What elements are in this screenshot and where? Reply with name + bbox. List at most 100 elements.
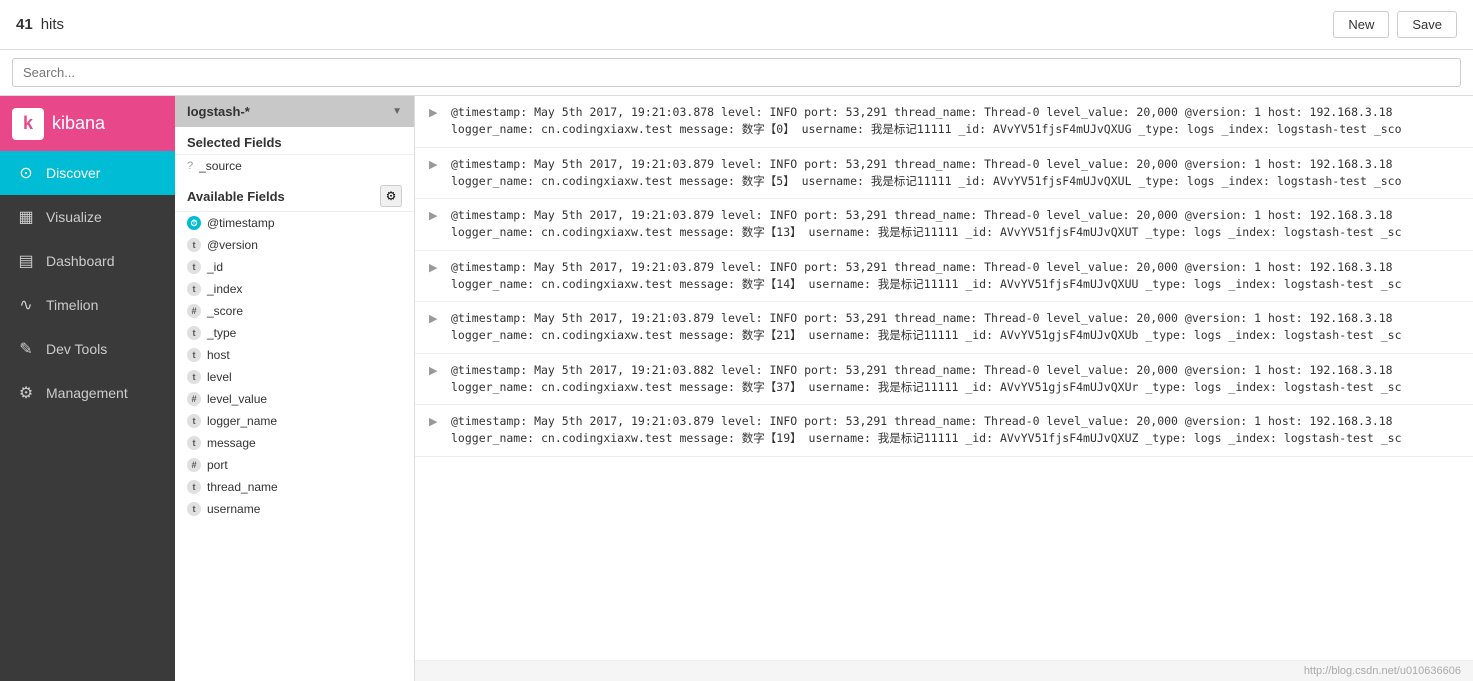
expand-arrow-icon[interactable]: ▶ xyxy=(429,106,437,119)
level-value-type-icon: # xyxy=(187,392,201,406)
field-item-port[interactable]: # port xyxy=(175,454,414,476)
save-button[interactable]: Save xyxy=(1397,11,1457,38)
field-name-level: level xyxy=(207,370,232,384)
field-name-id: _id xyxy=(207,260,223,274)
source-field-label: _source xyxy=(199,159,242,173)
result-row[interactable]: ▶ @timestamp: May 5th 2017, 19:21:03.879… xyxy=(415,302,1473,354)
available-fields-title: Available Fields xyxy=(187,189,285,204)
hits-info: 41 hits xyxy=(16,16,64,33)
field-name-port: port xyxy=(207,458,228,472)
fields-section: Selected Fields ? _source Available Fiel… xyxy=(175,127,414,681)
field-name-logger-name: logger_name xyxy=(207,414,277,428)
expand-arrow-icon[interactable]: ▶ xyxy=(429,312,437,325)
field-item-host[interactable]: t host xyxy=(175,344,414,366)
field-item-timestamp[interactable]: ⏱ @timestamp xyxy=(175,212,414,234)
discover-icon: ⊙ xyxy=(16,163,36,183)
sidebar-label-devtools: Dev Tools xyxy=(46,341,107,357)
host-type-icon: t xyxy=(187,348,201,362)
result-row[interactable]: ▶ @timestamp: May 5th 2017, 19:21:03.878… xyxy=(415,96,1473,148)
sidebar-item-dashboard[interactable]: ▤ Dashboard xyxy=(0,239,175,283)
message-type-icon: t xyxy=(187,436,201,450)
log-line-2: logger_name: cn.codingxiaxw.test message… xyxy=(451,121,1457,138)
field-name-username: username xyxy=(207,502,260,516)
dashboard-icon: ▤ xyxy=(16,251,36,271)
index-selector[interactable]: logstash-* ▼ xyxy=(175,96,414,127)
field-name-timestamp: @timestamp xyxy=(207,216,275,230)
log-line-1: @timestamp: May 5th 2017, 19:21:03.879 l… xyxy=(451,207,1457,224)
result-row[interactable]: ▶ @timestamp: May 5th 2017, 19:21:03.879… xyxy=(415,199,1473,251)
fields-gear-button[interactable]: ⚙ xyxy=(380,185,402,207)
id-type-icon: t xyxy=(187,260,201,274)
type-type-icon: t xyxy=(187,326,201,340)
search-input[interactable] xyxy=(12,58,1461,87)
expand-arrow-icon[interactable]: ▶ xyxy=(429,364,437,377)
kibana-logo-icon: k xyxy=(12,108,44,140)
field-item-score[interactable]: # _score xyxy=(175,300,414,322)
expand-arrow-icon[interactable]: ▶ xyxy=(429,209,437,222)
expand-arrow-icon[interactable]: ▶ xyxy=(429,158,437,171)
field-item-message[interactable]: t message xyxy=(175,432,414,454)
sidebar-item-management[interactable]: ⚙ Management xyxy=(0,371,175,415)
log-line-2: logger_name: cn.codingxiaxw.test message… xyxy=(451,224,1457,241)
log-line-1: @timestamp: May 5th 2017, 19:21:03.882 l… xyxy=(451,362,1457,379)
timelion-icon: ∿ xyxy=(16,295,36,315)
source-type-icon: ? xyxy=(187,160,193,172)
result-row[interactable]: ▶ @timestamp: May 5th 2017, 19:21:03.882… xyxy=(415,354,1473,406)
field-item-type[interactable]: t _type xyxy=(175,322,414,344)
log-line-2: logger_name: cn.codingxiaxw.test message… xyxy=(451,379,1457,396)
sidebar-item-visualize[interactable]: ▦ Visualize xyxy=(0,195,175,239)
watermark: http://blog.csdn.net/u010636606 xyxy=(415,660,1473,681)
management-icon: ⚙ xyxy=(16,383,36,403)
field-name-thread-name: thread_name xyxy=(207,480,278,494)
devtools-icon: ✎ xyxy=(16,339,36,359)
log-line-1: @timestamp: May 5th 2017, 19:21:03.879 l… xyxy=(451,413,1457,430)
expand-arrow-icon[interactable]: ▶ xyxy=(429,415,437,428)
expand-arrow-icon[interactable]: ▶ xyxy=(429,261,437,274)
sidebar-nav: k kibana ⊙ Discover ▦ Visualize ▤ Dashbo… xyxy=(0,96,175,681)
main-layout: k kibana ⊙ Discover ▦ Visualize ▤ Dashbo… xyxy=(0,96,1473,681)
log-line-1: @timestamp: May 5th 2017, 19:21:03.879 l… xyxy=(451,259,1457,276)
sidebar-label-visualize: Visualize xyxy=(46,209,102,225)
sidebar-item-discover[interactable]: ⊙ Discover xyxy=(0,151,175,195)
hits-count: 41 xyxy=(16,16,33,33)
source-field-item[interactable]: ? _source xyxy=(175,155,414,177)
results-container: ▶ @timestamp: May 5th 2017, 19:21:03.878… xyxy=(415,96,1473,457)
available-fields-header: Available Fields ⚙ xyxy=(175,177,414,212)
field-item-version[interactable]: t @version xyxy=(175,234,414,256)
main-content: ▶ @timestamp: May 5th 2017, 19:21:03.878… xyxy=(415,96,1473,681)
result-row[interactable]: ▶ @timestamp: May 5th 2017, 19:21:03.879… xyxy=(415,251,1473,303)
sidebar-label-dashboard: Dashboard xyxy=(46,253,115,269)
field-item-thread-name[interactable]: t thread_name xyxy=(175,476,414,498)
result-row[interactable]: ▶ @timestamp: May 5th 2017, 19:21:03.879… xyxy=(415,148,1473,200)
field-name-host: host xyxy=(207,348,230,362)
sidebar-item-timelion[interactable]: ∿ Timelion xyxy=(0,283,175,327)
sidebar-label-discover: Discover xyxy=(46,165,100,181)
top-bar: 41 hits New Save xyxy=(0,0,1473,50)
index-pattern-label: logstash-* xyxy=(187,104,250,119)
username-type-icon: t xyxy=(187,502,201,516)
left-panel: logstash-* ▼ Selected Fields ? _source A… xyxy=(175,96,415,681)
field-item-level[interactable]: t level xyxy=(175,366,414,388)
port-type-icon: # xyxy=(187,458,201,472)
visualize-icon: ▦ xyxy=(16,207,36,227)
log-line-2: logger_name: cn.codingxiaxw.test message… xyxy=(451,276,1457,293)
result-row[interactable]: ▶ @timestamp: May 5th 2017, 19:21:03.879… xyxy=(415,405,1473,457)
field-item-logger-name[interactable]: t logger_name xyxy=(175,410,414,432)
new-button[interactable]: New xyxy=(1333,11,1389,38)
sidebar-item-devtools[interactable]: ✎ Dev Tools xyxy=(0,327,175,371)
field-item-username[interactable]: t username xyxy=(175,498,414,520)
selected-fields-title: Selected Fields xyxy=(175,127,414,155)
field-name-level-value: level_value xyxy=(207,392,267,406)
results-area: ▶ @timestamp: May 5th 2017, 19:21:03.878… xyxy=(415,96,1473,660)
log-line-2: logger_name: cn.codingxiaxw.test message… xyxy=(451,327,1457,344)
search-bar xyxy=(0,50,1473,96)
top-bar-actions: New Save xyxy=(1333,11,1457,38)
field-item-id[interactable]: t _id xyxy=(175,256,414,278)
field-name-index: _index xyxy=(207,282,242,296)
thread-name-type-icon: t xyxy=(187,480,201,494)
kibana-logo: k kibana xyxy=(0,96,175,151)
index-arrow-icon[interactable]: ▼ xyxy=(392,106,402,117)
log-line-2: logger_name: cn.codingxiaxw.test message… xyxy=(451,430,1457,447)
field-item-level-value[interactable]: # level_value xyxy=(175,388,414,410)
field-item-index[interactable]: t _index xyxy=(175,278,414,300)
